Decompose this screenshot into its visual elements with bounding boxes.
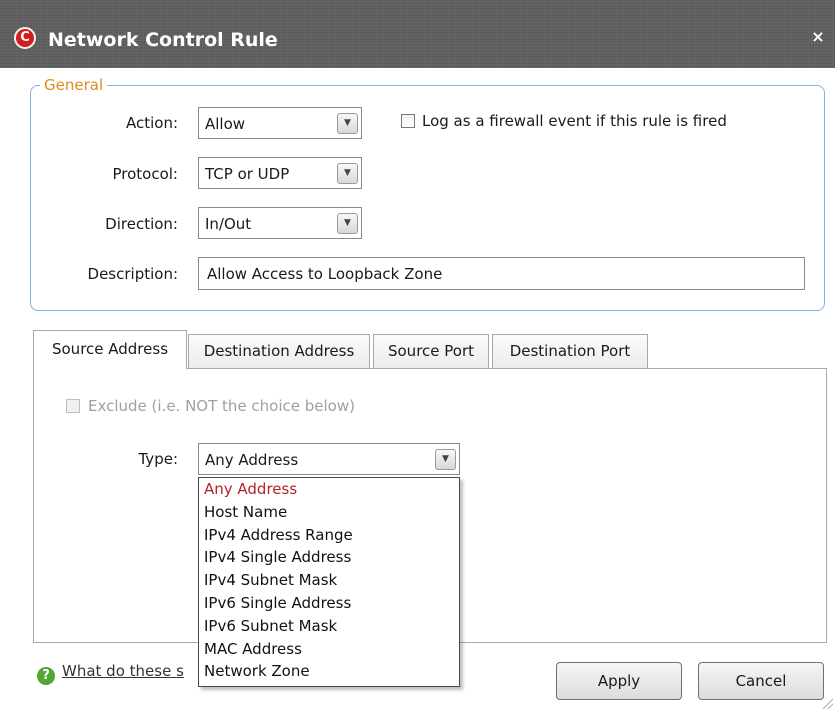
close-icon[interactable]: × bbox=[807, 26, 829, 48]
tab-source-port[interactable]: Source Port bbox=[373, 334, 489, 368]
dialog-title: Network Control Rule bbox=[48, 29, 278, 51]
cancel-button[interactable]: Cancel bbox=[698, 662, 824, 700]
dropdown-option-mac-address[interactable]: MAC Address bbox=[199, 638, 459, 661]
dropdown-option-network-zone[interactable]: Network Zone bbox=[199, 660, 459, 683]
title-bar[interactable]: C Network Control Rule × bbox=[0, 0, 835, 68]
comodo-logo-icon: C bbox=[14, 27, 36, 49]
direction-value: In/Out bbox=[205, 215, 252, 233]
type-label: Type: bbox=[138, 450, 178, 468]
description-input[interactable]: Allow Access to Loopback Zone bbox=[198, 257, 805, 290]
protocol-label: Protocol: bbox=[112, 165, 178, 183]
exclude-checkbox[interactable] bbox=[66, 399, 80, 413]
apply-button[interactable]: Apply bbox=[556, 662, 682, 700]
type-dropdown-list: Any Address Host Name IPv4 Address Range… bbox=[198, 477, 460, 687]
protocol-value: TCP or UDP bbox=[205, 165, 290, 183]
log-firewall-label[interactable]: Log as a firewall event if this rule is … bbox=[422, 112, 727, 130]
direction-label: Direction: bbox=[105, 215, 178, 233]
action-value: Allow bbox=[205, 115, 246, 133]
description-label: Description: bbox=[87, 265, 178, 283]
tab-destination-address[interactable]: Destination Address bbox=[188, 334, 370, 368]
general-group-legend: General bbox=[40, 76, 108, 94]
dropdown-option-ipv4-address-range[interactable]: IPv4 Address Range bbox=[199, 524, 459, 547]
dropdown-option-ipv6-single-address[interactable]: IPv6 Single Address bbox=[199, 592, 459, 615]
dialog-window: C Network Control Rule × General Action:… bbox=[0, 0, 835, 711]
direction-select[interactable]: In/Out ▼ bbox=[198, 207, 362, 239]
resize-grip[interactable] bbox=[821, 697, 833, 709]
chevron-down-icon[interactable]: ▼ bbox=[337, 163, 358, 184]
help-icon[interactable]: ? bbox=[37, 667, 55, 685]
type-select[interactable]: Any Address ▼ bbox=[198, 443, 460, 475]
chevron-down-icon[interactable]: ▼ bbox=[337, 213, 358, 234]
action-select[interactable]: Allow ▼ bbox=[198, 107, 362, 139]
action-label: Action: bbox=[125, 114, 178, 132]
chevron-down-icon[interactable]: ▼ bbox=[435, 449, 456, 470]
log-firewall-checkbox[interactable] bbox=[401, 114, 415, 128]
tab-source-address[interactable]: Source Address bbox=[33, 330, 187, 369]
type-value: Any Address bbox=[205, 451, 299, 469]
dropdown-option-host-name[interactable]: Host Name bbox=[199, 501, 459, 524]
dropdown-option-ipv4-subnet-mask[interactable]: IPv4 Subnet Mask bbox=[199, 569, 459, 592]
dropdown-option-any-address[interactable]: Any Address bbox=[199, 478, 459, 501]
protocol-select[interactable]: TCP or UDP ▼ bbox=[198, 157, 362, 189]
chevron-down-icon[interactable]: ▼ bbox=[337, 113, 358, 134]
help-link[interactable]: What do these s bbox=[62, 662, 200, 680]
dropdown-option-ipv4-single-address[interactable]: IPv4 Single Address bbox=[199, 546, 459, 569]
tab-destination-port[interactable]: Destination Port bbox=[492, 334, 648, 368]
dropdown-option-ipv6-subnet-mask[interactable]: IPv6 Subnet Mask bbox=[199, 615, 459, 638]
exclude-label: Exclude (i.e. NOT the choice below) bbox=[88, 397, 355, 415]
description-value: Allow Access to Loopback Zone bbox=[207, 265, 443, 283]
